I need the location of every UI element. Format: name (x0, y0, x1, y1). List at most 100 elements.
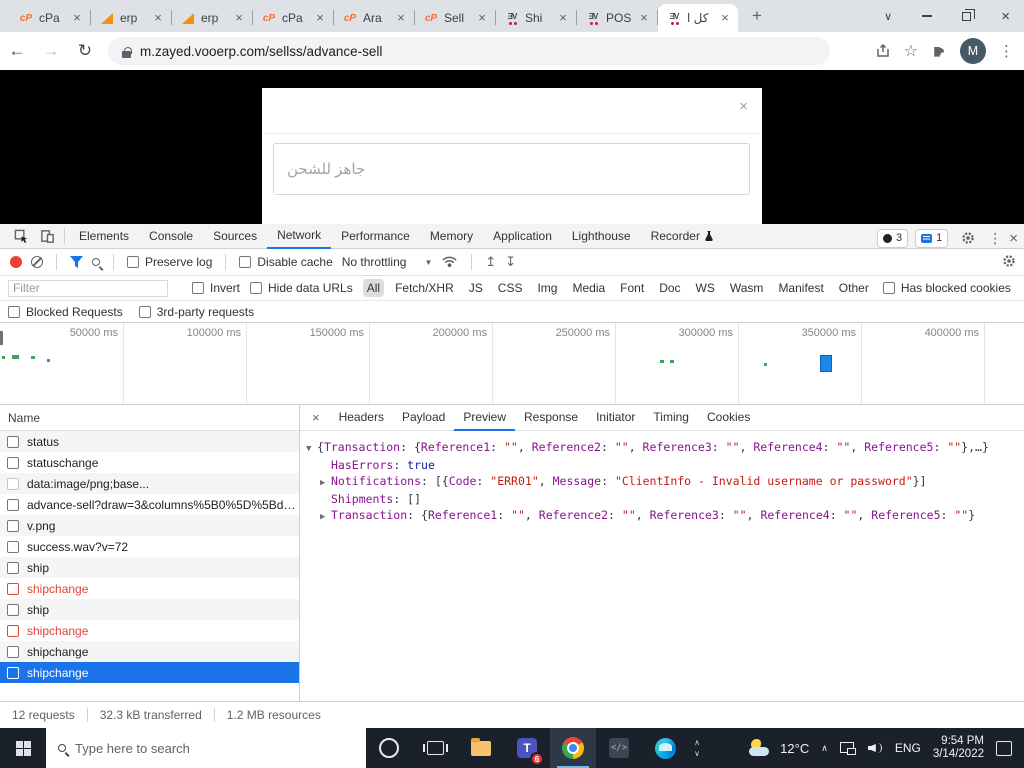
teams-button[interactable]: T6 (504, 728, 550, 768)
detail-tab-timing[interactable]: Timing (644, 405, 698, 431)
devtools-tab-sources[interactable]: Sources (203, 224, 267, 249)
reload-icon[interactable]: ↻ (68, 41, 102, 61)
json-line[interactable]: ▶Notifications: [{Code: "ERR01", Message… (320, 473, 1024, 491)
browser-tab[interactable]: erp× (172, 4, 252, 32)
expand-arrow-icon[interactable]: ▶ (320, 475, 331, 491)
request-row[interactable]: shipchange (0, 620, 299, 641)
overflow-up-icon[interactable]: ∧ (694, 738, 700, 747)
request-row[interactable]: advance-sell?draw=3&columns%5B0%5D%5Bdat… (0, 494, 299, 515)
filter-type-media[interactable]: Media (568, 279, 609, 297)
minimize-icon[interactable] (922, 15, 932, 16)
request-checkbox[interactable] (7, 541, 19, 553)
action-center-icon[interactable] (996, 741, 1012, 756)
timeline-request-mark[interactable] (0, 331, 3, 345)
window-close-icon[interactable]: × (1001, 8, 1010, 25)
tab-close-icon[interactable]: × (556, 12, 570, 24)
browser-tab[interactable]: POS× (577, 4, 657, 32)
preserve-log-checkbox[interactable]: Preserve log (127, 255, 212, 269)
has-blocked-cookies-checkbox[interactable]: Has blocked cookies (883, 281, 1011, 295)
disable-cache-checkbox[interactable]: Disable cache (239, 255, 332, 269)
request-row[interactable]: shipchange (0, 641, 299, 662)
json-line[interactable]: Shipments: [] (320, 491, 1024, 507)
browser-tab[interactable]: cPa× (253, 4, 333, 32)
request-checkbox[interactable] (7, 562, 19, 574)
record-icon[interactable] (10, 256, 22, 268)
request-row[interactable]: ship (0, 599, 299, 620)
profile-avatar[interactable]: M (960, 38, 986, 64)
invert-checkbox[interactable]: Invert (192, 281, 240, 295)
taskbar-clock[interactable]: 9:54 PM 3/14/2022 (933, 735, 984, 761)
browser-menu-icon[interactable]: ⋮ (999, 42, 1014, 60)
url-text[interactable]: m.zayed.vooerp.com/sellss/advance-sell (140, 44, 382, 59)
devtools-tab-performance[interactable]: Performance (331, 224, 420, 249)
request-checkbox[interactable] (7, 667, 19, 679)
clear-icon[interactable] (31, 256, 43, 268)
devtools-tab-network[interactable]: Network (267, 224, 331, 249)
modal-close-icon[interactable]: × (739, 98, 748, 115)
cortana-button[interactable] (366, 728, 412, 768)
device-toolbar-icon[interactable] (34, 224, 60, 248)
checkbox-icon[interactable] (8, 306, 20, 318)
devtools-tab-recorder[interactable]: Recorder (641, 224, 724, 249)
detail-close-icon[interactable]: × (304, 410, 328, 425)
taskbar-overflow[interactable]: ∧ ∨ (688, 728, 706, 768)
json-line[interactable]: ▼{Transaction: {Reference1: "", Referenc… (306, 439, 1024, 457)
devtools-tab-lighthouse[interactable]: Lighthouse (562, 224, 641, 249)
filter-type-font[interactable]: Font (616, 279, 648, 297)
filter-type-other[interactable]: Other (835, 279, 873, 297)
request-checkbox[interactable] (7, 604, 19, 616)
detail-tab-initiator[interactable]: Initiator (587, 405, 644, 431)
omnibox[interactable]: m.zayed.vooerp.com/sellss/advance-sell (108, 37, 830, 65)
tray-expand-icon[interactable]: ∧ (821, 743, 828, 754)
chrome-button[interactable] (550, 728, 596, 768)
extensions-icon[interactable] (931, 43, 947, 59)
request-row[interactable]: status (0, 431, 299, 452)
file-explorer-button[interactable] (458, 728, 504, 768)
tab-close-icon[interactable]: × (70, 12, 84, 24)
timeline-selected-request-mark[interactable] (820, 355, 832, 372)
filter-type-img[interactable]: Img (533, 279, 561, 297)
console-errors-badge[interactable]: 3 (877, 229, 908, 248)
start-button[interactable] (0, 728, 46, 768)
filter-type-all[interactable]: All (363, 279, 384, 297)
shipping-status-field[interactable]: جاهز للشحن (273, 143, 750, 195)
timeline-request-mark[interactable] (12, 355, 19, 359)
tab-close-icon[interactable]: × (394, 12, 408, 24)
timeline-request-mark[interactable] (31, 356, 35, 359)
request-checkbox[interactable] (7, 646, 19, 658)
overflow-down-icon[interactable]: ∨ (694, 749, 700, 758)
timeline-request-mark[interactable] (47, 359, 50, 362)
export-har-icon[interactable]: ↧ (505, 254, 516, 270)
devtools-tab-elements[interactable]: Elements (69, 224, 139, 249)
hide-data-urls-checkbox[interactable]: Hide data URLs (250, 281, 353, 295)
checkbox-icon[interactable] (239, 256, 251, 268)
devtools-tab-memory[interactable]: Memory (420, 224, 483, 249)
checkbox-icon[interactable] (139, 306, 151, 318)
back-icon[interactable]: ← (0, 41, 34, 61)
json-line[interactable]: HasErrors: true (320, 457, 1024, 473)
tab-close-icon[interactable]: × (232, 12, 246, 24)
timeline-request-mark[interactable] (2, 356, 5, 359)
tab-close-icon[interactable]: × (313, 12, 327, 24)
network-overview-timeline[interactable]: 50000 ms100000 ms150000 ms200000 ms25000… (0, 323, 1024, 405)
lock-icon[interactable] (122, 47, 131, 58)
detail-tab-payload[interactable]: Payload (393, 405, 454, 431)
detail-tab-cookies[interactable]: Cookies (698, 405, 759, 431)
volume-icon[interactable] (868, 742, 883, 754)
throttling-select[interactable]: No throttling▼ (342, 255, 433, 269)
tab-close-icon[interactable]: × (475, 12, 489, 24)
filter-type-ws[interactable]: WS (692, 279, 719, 297)
checkbox-icon[interactable] (127, 256, 139, 268)
filter-funnel-icon[interactable] (70, 256, 83, 268)
checkbox-icon[interactable] (883, 282, 895, 294)
request-row[interactable]: statuschange (0, 452, 299, 473)
devtools-tab-console[interactable]: Console (139, 224, 203, 249)
new-tab-button[interactable]: + (746, 6, 768, 26)
json-line[interactable]: ▶Transaction: {Reference1: "", Reference… (320, 507, 1024, 525)
devtools-close-icon[interactable]: × (1009, 230, 1018, 247)
request-row[interactable]: shipchange (0, 662, 299, 683)
restore-icon[interactable] (962, 12, 971, 21)
task-view-button[interactable] (412, 728, 458, 768)
timeline-request-mark[interactable] (670, 360, 674, 363)
request-checkbox[interactable] (7, 436, 19, 448)
